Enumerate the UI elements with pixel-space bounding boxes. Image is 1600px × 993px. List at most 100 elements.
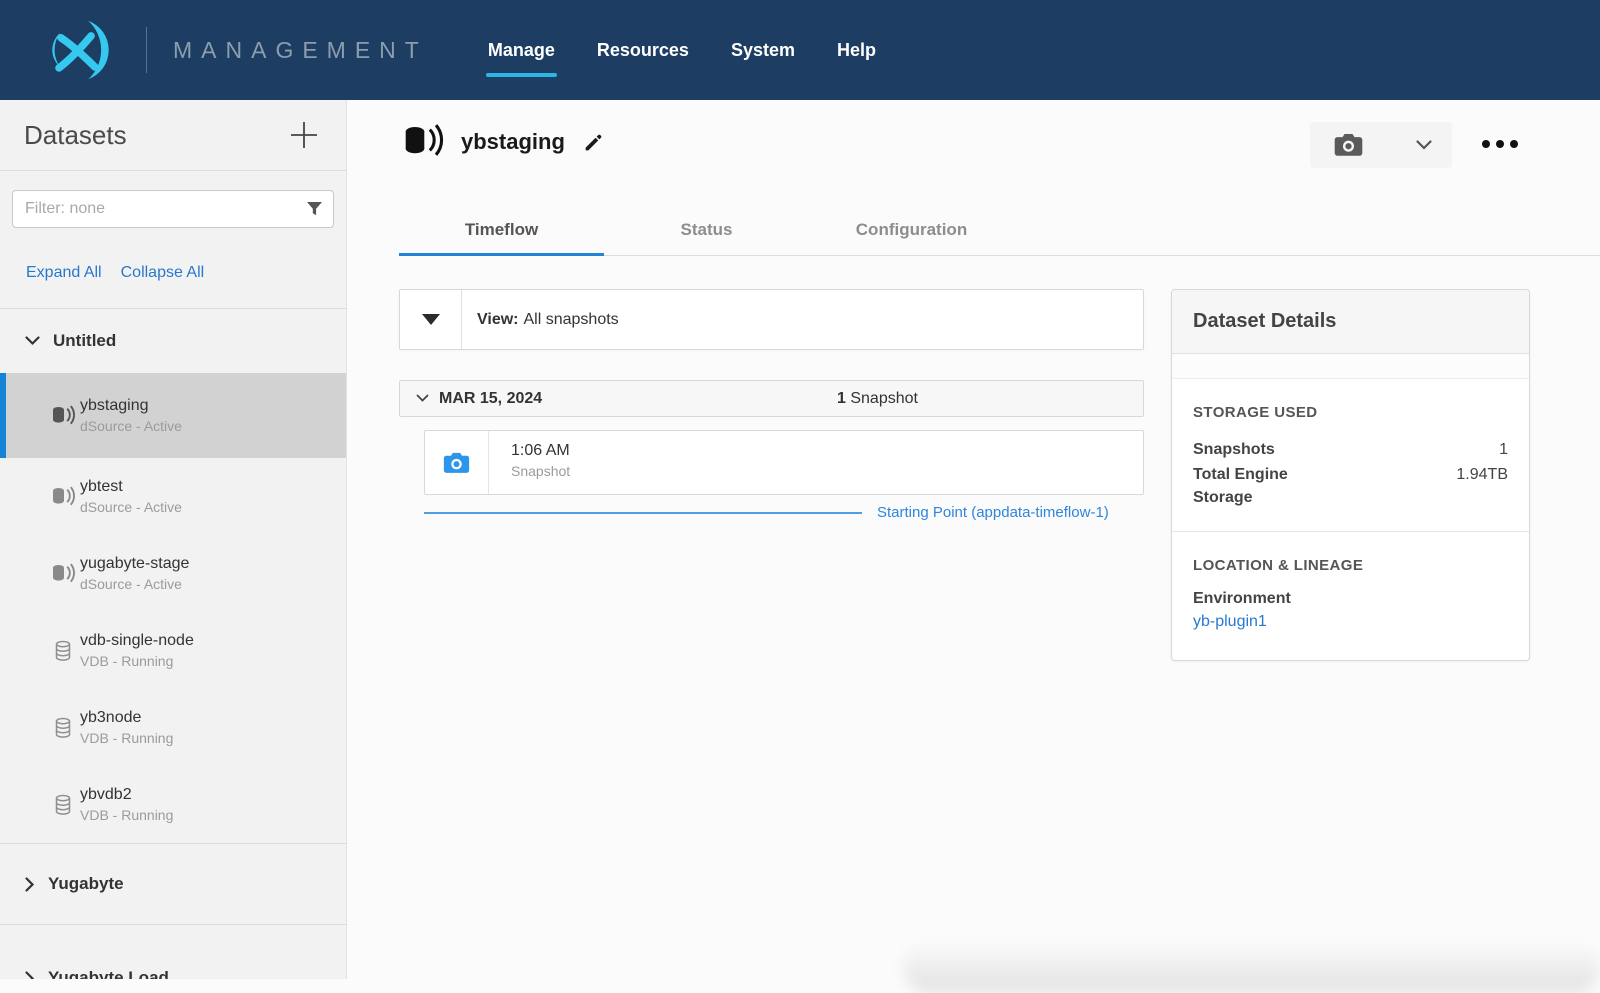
- dsource-icon-large: [403, 124, 445, 160]
- vdb-database-icon: [50, 794, 76, 815]
- dsource-icon: [50, 563, 76, 584]
- storage-rows: Snapshots 1 Total Engine Storage 1.94TB: [1193, 438, 1508, 509]
- vdb-database-icon: [50, 640, 76, 661]
- tree-item-name: vdb-single-node: [80, 632, 346, 650]
- active-tab-underline: [399, 253, 604, 256]
- kv-value-snapshots: 1: [1456, 438, 1508, 461]
- edit-pencil-icon[interactable]: [583, 132, 604, 153]
- collapse-all-link[interactable]: Collapse All: [121, 264, 205, 282]
- tree-controls: Expand All Collapse All: [26, 264, 346, 282]
- tree-item-yugabyte-stage[interactable]: yugabyte-stage dSource - Active: [0, 535, 346, 612]
- top-navigation-bar: MANAGEMENT Manage Resources System Help: [0, 0, 1600, 100]
- snapshot-count: 1 Snapshot: [837, 390, 918, 408]
- tree-item-vdb-single-node[interactable]: vdb-single-node VDB - Running: [0, 612, 346, 689]
- timeflow-starting-point-label: Starting Point (appdata-timeflow-1): [877, 504, 1109, 521]
- dataset-title-row: ybstaging: [403, 124, 604, 160]
- topbar-divider: [146, 27, 147, 73]
- details-title: Dataset Details: [1193, 310, 1336, 333]
- page-title: ybstaging: [461, 129, 565, 155]
- tree-item-status: VDB - Running: [80, 653, 346, 669]
- details-header: Dataset Details: [1172, 290, 1529, 354]
- tab-configuration[interactable]: Configuration: [809, 210, 1014, 240]
- add-dataset-button[interactable]: [288, 119, 320, 151]
- dataset-tabs: Timeflow Status Configuration: [399, 210, 1600, 256]
- tree-item-ybtest[interactable]: ybtest dSource - Active: [0, 458, 346, 535]
- nav-item-manage[interactable]: Manage: [486, 34, 557, 67]
- location-lineage-section: LOCATION & LINEAGE Environment yb-plugin…: [1172, 531, 1529, 653]
- expand-all-link[interactable]: Expand All: [26, 264, 102, 282]
- chevron-right-icon: [25, 877, 35, 892]
- camera-icon: [1334, 133, 1363, 157]
- nav-item-resources[interactable]: Resources: [595, 34, 691, 67]
- chevron-down-icon: [25, 336, 40, 346]
- snapshot-count-number: 1: [837, 390, 846, 407]
- tree-item-name: yb3node: [80, 709, 346, 727]
- group-yugabyte[interactable]: Yugabyte: [0, 844, 346, 924]
- details-header-strip: [1172, 354, 1529, 379]
- chevron-down-icon[interactable]: [1416, 140, 1432, 150]
- more-actions-button[interactable]: [1478, 136, 1522, 152]
- view-caret-cell[interactable]: [400, 290, 462, 349]
- tab-timeflow[interactable]: Timeflow: [399, 210, 604, 240]
- dsource-icon: [50, 486, 76, 507]
- bottom-scroll-shadow: [903, 941, 1600, 993]
- sidebar-title: Datasets: [24, 120, 127, 151]
- datasets-sidebar: Datasets Expand All Collapse All Untitle…: [0, 100, 347, 979]
- snapshot-text: 1:06 AM Snapshot: [489, 431, 570, 494]
- kv-label-snapshots: Snapshots: [1193, 438, 1343, 461]
- kv-label-total-engine-storage: Total Engine Storage: [1193, 463, 1343, 509]
- tree-item-ybvdb2[interactable]: ybvdb2 VDB - Running: [0, 766, 346, 843]
- tree-item-name: yugabyte-stage: [80, 555, 346, 573]
- snapshot-icon-cell: [425, 431, 489, 494]
- filter-input[interactable]: [12, 190, 334, 228]
- tree-item-yb3node[interactable]: yb3node VDB - Running: [0, 689, 346, 766]
- tree-item-status: dSource - Active: [80, 499, 346, 515]
- tree-item-status: dSource - Active: [80, 418, 346, 434]
- tree-item-name: ybstaging: [80, 397, 346, 415]
- snapshot-type: Snapshot: [511, 463, 570, 479]
- plus-icon: [289, 120, 319, 150]
- dot: [1496, 140, 1504, 148]
- main-content: ybstaging Timeflow Status Configuration: [348, 100, 1600, 979]
- group-label: Untitled: [53, 331, 116, 351]
- environment-link[interactable]: yb-plugin1: [1193, 613, 1508, 631]
- snapshot-now-button[interactable]: [1310, 122, 1452, 168]
- vdb-database-icon: [50, 717, 76, 738]
- kv-value-total-engine-storage: 1.94TB: [1456, 463, 1508, 509]
- group-yugabyte-load[interactable]: Yugabyte Load: [0, 925, 346, 979]
- camera-icon-blue: [443, 452, 470, 474]
- dot: [1482, 140, 1490, 148]
- view-selector-dropdown[interactable]: View: All snapshots: [399, 289, 1144, 350]
- brand-title: MANAGEMENT: [173, 37, 428, 64]
- sidebar-header: Datasets: [0, 100, 346, 171]
- location-lineage-heading: LOCATION & LINEAGE: [1193, 557, 1508, 574]
- group-label: Yugabyte: [48, 874, 124, 894]
- dataset-details-panel: Dataset Details STORAGE USED Snapshots 1…: [1171, 289, 1530, 661]
- dsource-icon: [50, 405, 76, 426]
- group-label: Yugabyte Load: [48, 968, 169, 979]
- timeflow-line: [424, 512, 862, 514]
- filter-funnel-icon[interactable]: [306, 201, 323, 217]
- top-nav: Manage Resources System Help: [486, 34, 878, 67]
- snapshot-time: 1:06 AM: [511, 442, 570, 460]
- storage-used-heading: STORAGE USED: [1193, 404, 1508, 421]
- snapshot-date-group[interactable]: MAR 15, 2024 1 Snapshot: [399, 380, 1144, 417]
- tree-item-ybstaging[interactable]: ybstaging dSource - Active: [0, 373, 346, 458]
- snapshot-row[interactable]: 1:06 AM Snapshot: [424, 430, 1144, 495]
- tab-status[interactable]: Status: [604, 210, 809, 240]
- environment-label: Environment: [1193, 590, 1508, 608]
- nav-item-system[interactable]: System: [729, 34, 797, 67]
- view-label: View:: [477, 311, 519, 329]
- delphix-logo-icon[interactable]: [28, 17, 124, 83]
- tree-item-name: ybvdb2: [80, 786, 346, 804]
- group-untitled[interactable]: Untitled: [0, 309, 346, 373]
- date-label: MAR 15, 2024: [439, 390, 542, 408]
- tree-item-status: VDB - Running: [80, 807, 346, 823]
- tree-item-status: dSource - Active: [80, 576, 346, 592]
- view-text: View: All snapshots: [462, 290, 619, 349]
- tree-item-name: ybtest: [80, 478, 346, 496]
- nav-item-help[interactable]: Help: [835, 34, 878, 67]
- chevron-right-icon: [25, 971, 35, 980]
- chevron-down-icon: [416, 394, 429, 403]
- tree-item-status: VDB - Running: [80, 730, 346, 746]
